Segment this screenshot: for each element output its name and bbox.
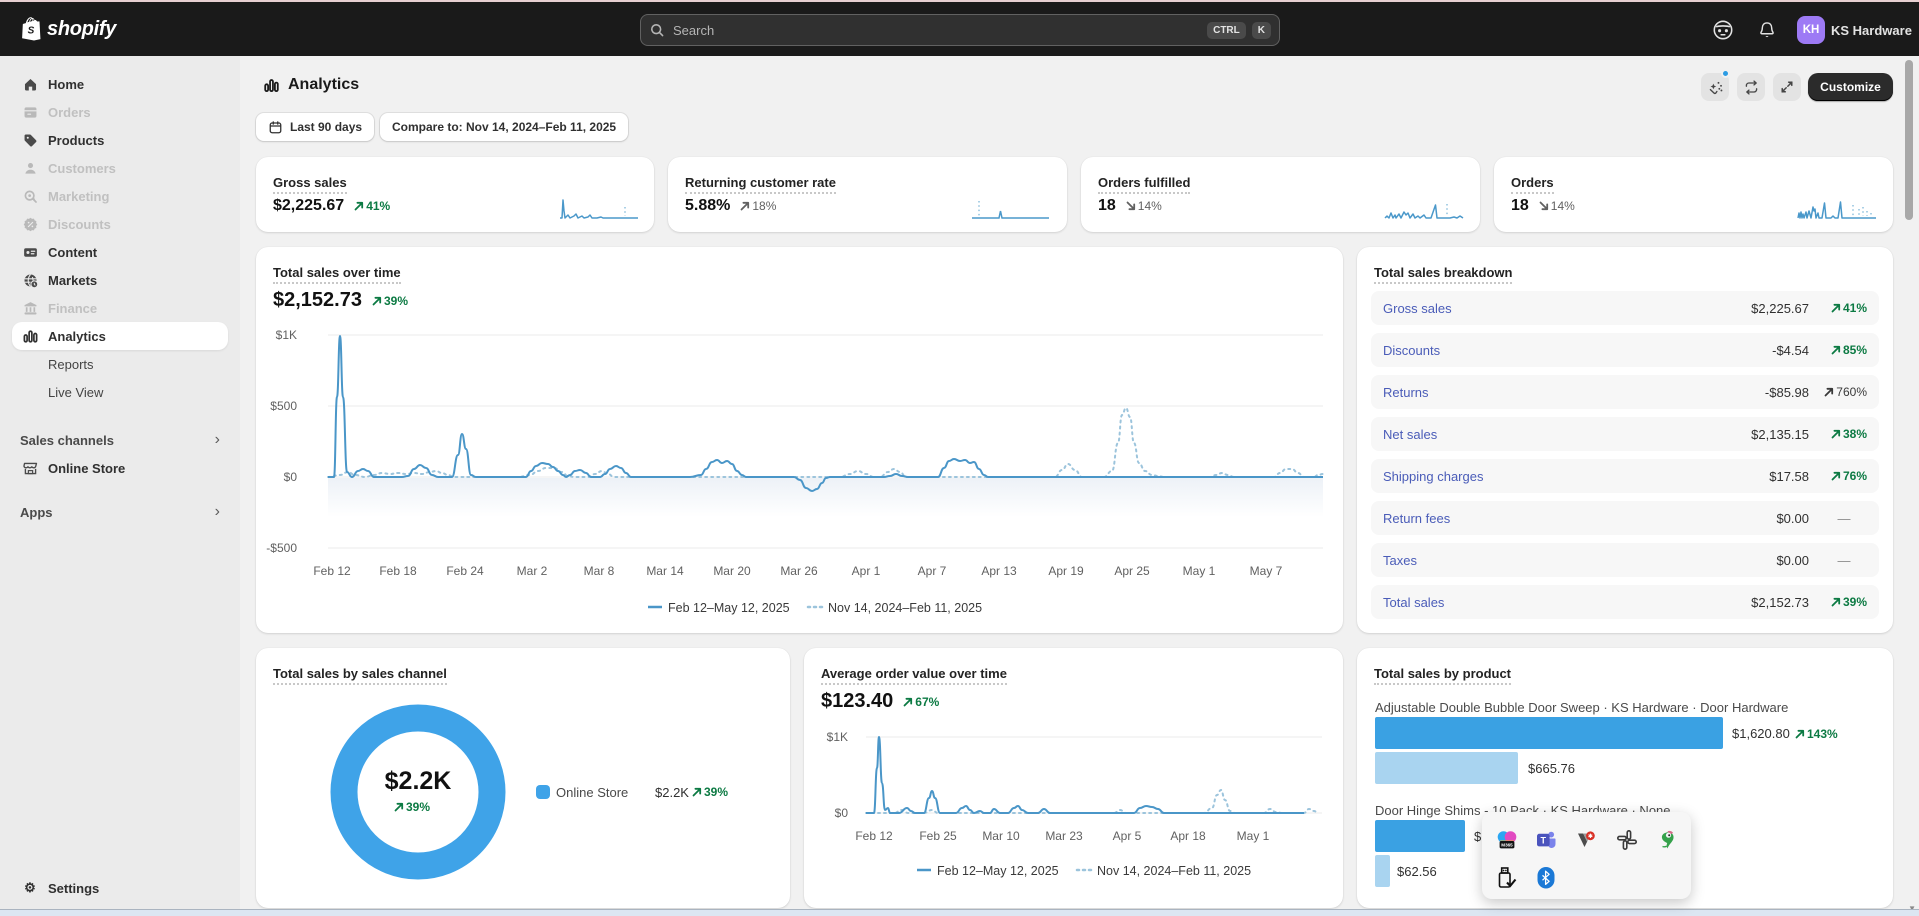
svg-text:M365: M365 (1501, 843, 1513, 848)
svg-text:$500: $500 (270, 399, 297, 413)
svg-text:Feb 25: Feb 25 (919, 829, 957, 843)
svg-text:Feb 12–May 12, 2025: Feb 12–May 12, 2025 (668, 601, 790, 615)
svg-text:Mar 2: Mar 2 (517, 564, 548, 578)
svg-text:May 1: May 1 (1183, 564, 1216, 578)
svg-text:$0: $0 (835, 806, 849, 820)
svg-text:Feb 12–May 12, 2025: Feb 12–May 12, 2025 (937, 864, 1059, 878)
svg-text:Feb 12: Feb 12 (313, 564, 351, 578)
svg-text:Nov 14, 2024–Feb 11, 2025: Nov 14, 2024–Feb 11, 2025 (828, 601, 982, 615)
svg-text:Mar 23: Mar 23 (1045, 829, 1083, 843)
svg-text:S: S (28, 26, 35, 37)
svg-text:$2.2K: $2.2K (385, 767, 452, 795)
svg-text:Mar 8: Mar 8 (584, 564, 615, 578)
svg-text:Apr 13: Apr 13 (981, 564, 1017, 578)
svg-text:Mar 26: Mar 26 (780, 564, 818, 578)
svg-text:Feb 24: Feb 24 (446, 564, 484, 578)
svg-text:May 1: May 1 (1237, 829, 1270, 843)
svg-text:$1K: $1K (276, 328, 297, 342)
svg-text:Mar 10: Mar 10 (982, 829, 1020, 843)
svg-text:Mar 14: Mar 14 (646, 564, 684, 578)
svg-text:Apr 25: Apr 25 (1114, 564, 1150, 578)
svg-text:$0: $0 (284, 470, 298, 484)
svg-text:Apr 18: Apr 18 (1170, 829, 1206, 843)
svg-text:Apr 1: Apr 1 (852, 564, 881, 578)
svg-text:-$500: -$500 (266, 541, 297, 555)
svg-text:Feb 18: Feb 18 (379, 564, 417, 578)
svg-text:Apr 7: Apr 7 (918, 564, 947, 578)
svg-text:Apr 19: Apr 19 (1048, 564, 1084, 578)
svg-text:T: T (1541, 835, 1547, 845)
svg-text:Online Store: Online Store (556, 785, 628, 800)
svg-text:May 7: May 7 (1250, 564, 1283, 578)
svg-text:$1K: $1K (827, 730, 848, 744)
svg-text:Feb 12: Feb 12 (855, 829, 893, 843)
svg-text:$2.2K: $2.2K (655, 785, 689, 800)
svg-text:Apr 5: Apr 5 (1113, 829, 1142, 843)
svg-text:Mar 20: Mar 20 (713, 564, 751, 578)
svg-text:Nov 14, 2024–Feb 11, 2025: Nov 14, 2024–Feb 11, 2025 (1097, 864, 1251, 878)
